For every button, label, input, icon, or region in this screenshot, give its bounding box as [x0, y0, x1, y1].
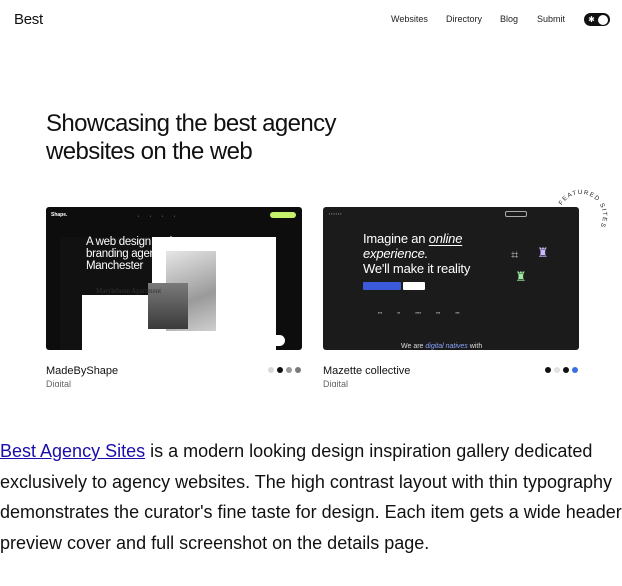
site-logo[interactable]: Best: [14, 11, 43, 28]
featured-sites-badge: FEATURED SITES: [558, 189, 609, 229]
thumb-headline: Imagine an online experience. We'll make i…: [363, 231, 471, 276]
thumb-client-logos: ▪▪▪ ▪▪ ▪▪▪▪ ▪▪▪ ▪▪▪: [378, 310, 460, 315]
featured-badge-text: FEATURED SITES: [558, 189, 607, 229]
palette-dot: [277, 367, 283, 373]
color-palette: [545, 367, 578, 373]
palette-dot: [268, 367, 274, 373]
best-agency-sites-link[interactable]: Best Agency Sites: [0, 441, 145, 461]
nav-link-blog[interactable]: Blog: [500, 14, 518, 24]
thumb-nav-button: [505, 211, 527, 217]
thumb-secondary-button: [403, 282, 425, 290]
dark-mode-toggle[interactable]: ✱: [584, 13, 610, 26]
thumb-nav-item: ▪: [138, 214, 140, 218]
site-preview-thumbnail[interactable]: ▪ ▪ ▪ ▪ ▪ ▪ Imagine an online experience.…: [323, 207, 579, 350]
thumb-nav-item: ▪: [150, 214, 152, 218]
site-preview-thumbnail[interactable]: Shape. ▪ ▪ ▪ ▪ A web design and branding…: [46, 207, 302, 350]
thumb-caption: Marylebone Apartment: [96, 287, 162, 295]
nav-link-websites[interactable]: Websites: [391, 14, 428, 24]
toggle-knob: [598, 14, 608, 25]
nav-link-directory[interactable]: Directory: [446, 14, 482, 24]
website-screenshot: Best Websites Directory Blog Submit ✱ Sh…: [0, 0, 622, 392]
page: Best Websites Directory Blog Submit ✱ Sh…: [0, 0, 622, 586]
site-card[interactable]: Shape. ▪ ▪ ▪ ▪ A web design and branding…: [46, 207, 302, 387]
card-title[interactable]: Mazette collective: [323, 365, 410, 377]
palette-dot: [563, 367, 569, 373]
sun-icon: ✱: [588, 15, 595, 24]
card-title[interactable]: MadeByShape: [46, 365, 118, 377]
description-paragraph: Best Agency Sites is a modern looking de…: [0, 436, 622, 558]
card-category: Digital: [323, 379, 349, 387]
page-headline: Showcasing the best agency websites on t…: [46, 110, 337, 165]
palette-dot: [572, 367, 578, 373]
thumb-primary-button: [363, 282, 401, 290]
thumb-footer-text: We are digital natives with: [401, 343, 483, 350]
color-palette: [268, 367, 301, 373]
top-nav: Best Websites Directory Blog Submit ✱: [0, 0, 622, 40]
nav-link-submit[interactable]: Submit: [537, 14, 565, 24]
palette-dot: [545, 367, 551, 373]
svg-text:FEATURED SITES: FEATURED SITES: [558, 189, 609, 229]
palette-dot: [295, 367, 301, 373]
palette-dot: [286, 367, 292, 373]
thumb-dark-strip: [60, 257, 82, 350]
thumb-nav: ▪ ▪ ▪ ▪ ▪ ▪: [329, 212, 342, 216]
thumb-cta-button: [270, 212, 296, 218]
palette-dot: [554, 367, 560, 373]
thumb-brand: Shape.: [51, 212, 68, 218]
thumb-nav-item: ▪: [162, 214, 164, 218]
thumb-badge: [245, 335, 285, 346]
thumb-nav-item: ▪: [174, 214, 176, 218]
thumb-3d-icon: ♜: [515, 269, 527, 284]
card-category: Digital: [46, 379, 72, 387]
site-card[interactable]: ▪ ▪ ▪ ▪ ▪ ▪ Imagine an online experience.…: [323, 207, 579, 387]
thumb-3d-icon: ♜: [537, 245, 549, 260]
thumb-3d-icon: ⌗: [511, 247, 519, 262]
